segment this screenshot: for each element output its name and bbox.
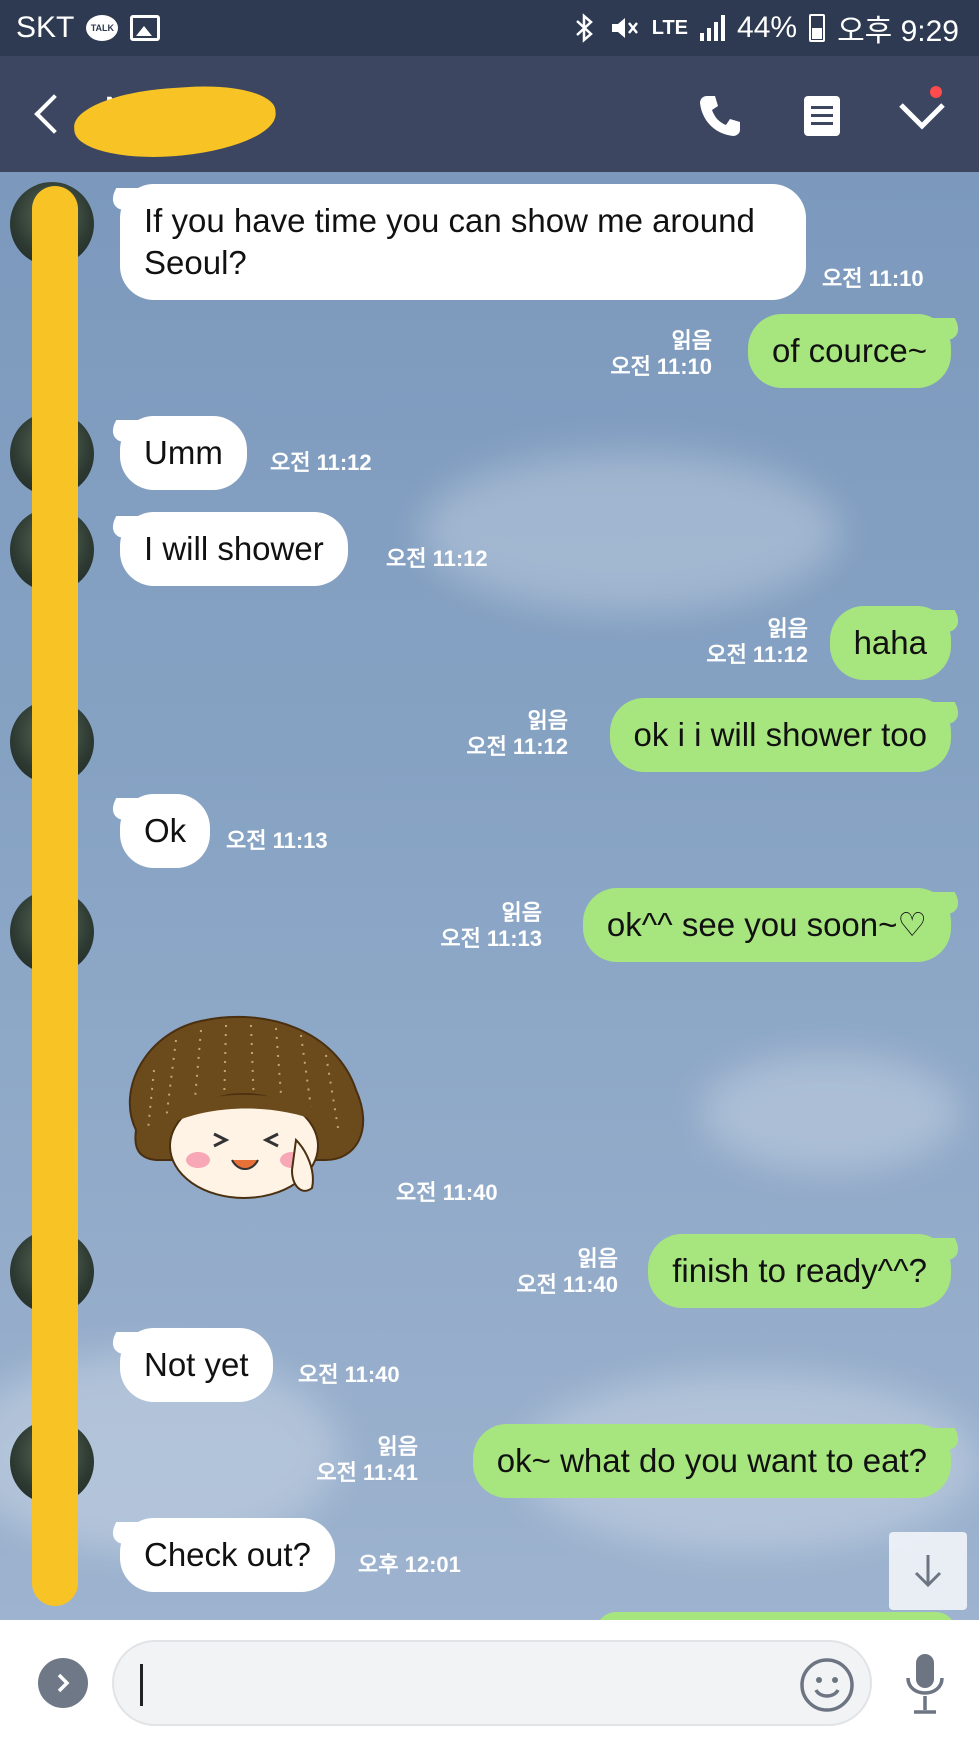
smiley-icon <box>800 1658 854 1712</box>
status-bar: SKT TALK LTE 44% 오후 9:29 <box>0 0 979 56</box>
image-icon <box>130 15 161 41</box>
back-button[interactable] <box>28 90 68 138</box>
clock: 오후 9:29 <box>837 15 959 48</box>
call-button[interactable] <box>690 86 750 146</box>
read-receipt: 읽음 <box>767 616 808 641</box>
read-receipt: 읽음 <box>527 708 568 733</box>
message-meta: 읽음 오전 11:10 <box>600 328 712 380</box>
message-time: 오전 11:41 <box>316 1460 418 1485</box>
menu-icon <box>804 96 840 136</box>
message-bubble-in[interactable]: Not yet <box>120 1328 273 1402</box>
signal-icon <box>700 15 726 41</box>
message-meta: 읽음 오전 11:13 <box>430 900 542 952</box>
message-bubble-in[interactable]: If you have time you can show me around … <box>120 184 806 300</box>
scroll-down-button[interactable] <box>889 1532 967 1610</box>
mic-button[interactable] <box>896 1648 954 1720</box>
message-time: 오전 11:10 <box>610 354 712 379</box>
chevron-right-icon <box>57 1673 70 1693</box>
more-button[interactable] <box>892 86 952 146</box>
message-bubble-out[interactable]: haha <box>829 606 951 680</box>
expand-button[interactable] <box>38 1658 88 1708</box>
message-bubble-out[interactable]: finish to ready^^? <box>648 1234 951 1308</box>
notes-button[interactable] <box>792 86 852 146</box>
emoji-button[interactable] <box>798 1656 856 1714</box>
mute-icon <box>608 13 640 43</box>
message-meta: 읽음 오전 11:41 <box>306 1434 418 1486</box>
microphone-icon <box>906 1654 944 1714</box>
avatar-redaction <box>32 186 78 1606</box>
message-time: 오전 11:40 <box>298 1362 400 1387</box>
message-time: 오전 11:40 <box>396 1180 498 1205</box>
notification-dot <box>930 86 942 98</box>
message-time: 오전 11:12 <box>270 450 372 475</box>
message-time: 오전 11:13 <box>226 828 328 853</box>
message-meta: 읽음 오전 11:12 <box>696 616 808 668</box>
battery-icon <box>809 14 826 42</box>
message-time: 오전 11:12 <box>706 642 808 667</box>
arrow-down-icon <box>914 1555 942 1588</box>
read-receipt: 읽음 <box>671 328 712 353</box>
message-input[interactable] <box>112 1640 872 1726</box>
talk-icon: TALK <box>86 15 119 41</box>
chevron-down-icon <box>899 103 945 130</box>
status-right: LTE 44% 오후 9:29 <box>574 6 959 50</box>
chat-header: N <box>0 56 979 172</box>
message-bubble-in[interactable]: I will shower <box>120 512 348 586</box>
read-receipt: 읽음 <box>501 900 542 925</box>
status-left: SKT TALK <box>16 11 161 45</box>
message-time: 오전 11:40 <box>516 1272 618 1297</box>
message-time: 오전 11:10 <box>822 266 924 291</box>
message-bubble-out[interactable]: of cource~ <box>747 314 951 388</box>
network-label: LTE <box>651 16 689 39</box>
message-bubble-in[interactable]: Check out? <box>120 1518 335 1592</box>
message-meta: 읽음 오전 11:12 <box>456 708 568 760</box>
text-caret <box>140 1664 143 1706</box>
name-redaction <box>71 81 279 163</box>
message-bubble-out[interactable]: ok~ what do you want to eat? <box>472 1424 951 1498</box>
message-bubble-in[interactable]: Ok <box>120 794 211 868</box>
girl-sticker[interactable] <box>116 1010 376 1206</box>
battery-percent: 44% <box>737 11 798 44</box>
message-bubble-out[interactable]: ok i i will shower too <box>609 698 951 772</box>
carrier-label: SKT <box>16 11 75 44</box>
bluetooth-icon <box>574 13 596 43</box>
message-time: 오전 11:12 <box>466 734 568 759</box>
message-bubble-out[interactable] <box>596 1612 956 1620</box>
message-bubble-in[interactable]: Umm <box>120 416 247 490</box>
chat-area[interactable]: If you have time you can show me around … <box>0 172 979 1620</box>
message-time: 오후 12:01 <box>358 1552 461 1577</box>
input-bar <box>0 1620 979 1742</box>
message-time: 오전 11:12 <box>386 546 488 571</box>
message-bubble-out[interactable]: ok^^ see you soon~♡ <box>582 888 951 962</box>
read-receipt: 읽음 <box>577 1246 618 1271</box>
phone-icon <box>700 96 740 136</box>
message-meta: 읽음 오전 11:40 <box>506 1246 618 1298</box>
read-receipt: 읽음 <box>377 1434 418 1459</box>
message-time: 오전 11:13 <box>440 926 542 951</box>
